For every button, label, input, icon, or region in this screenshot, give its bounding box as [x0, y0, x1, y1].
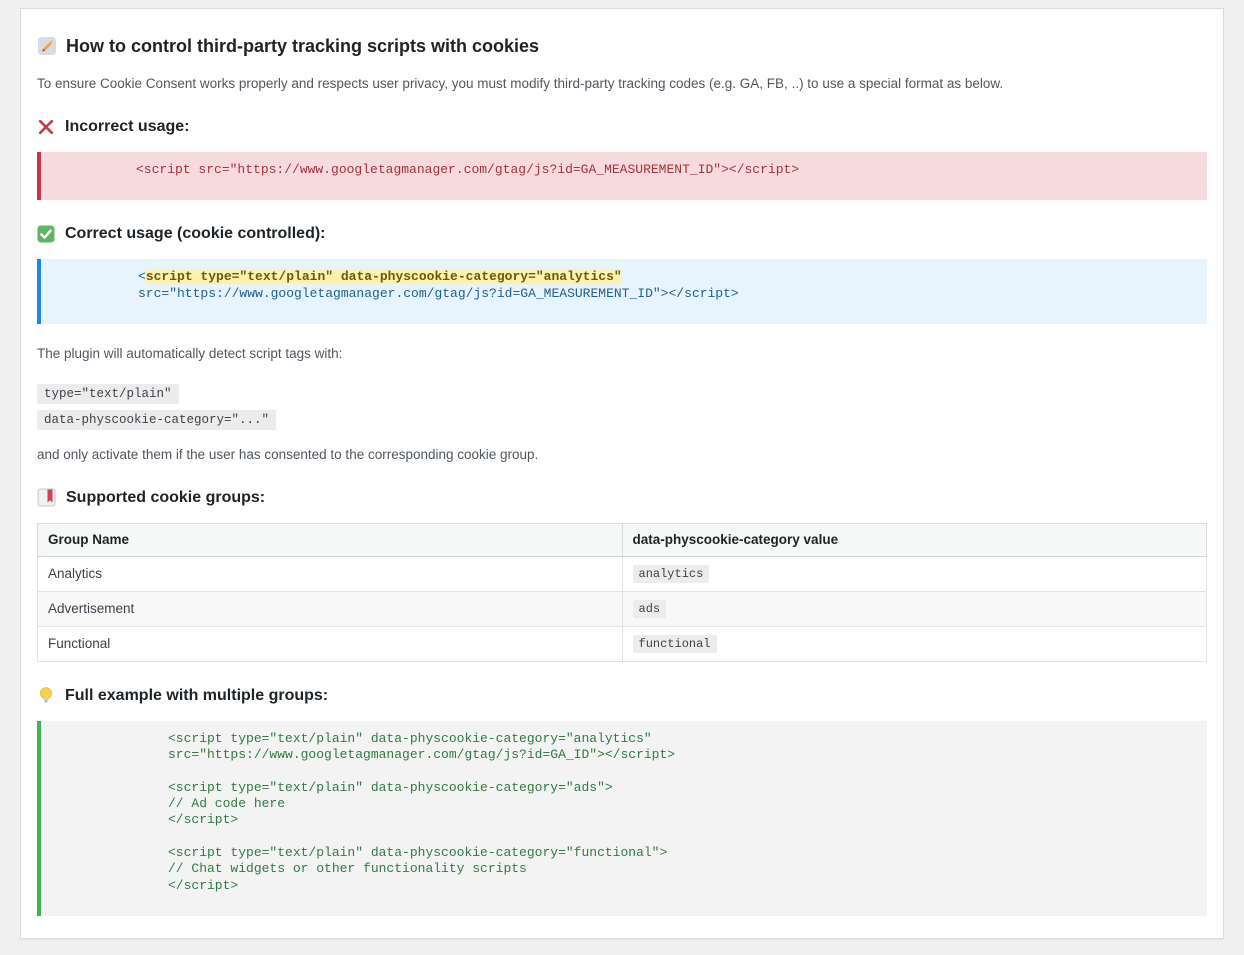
- page-title-text: How to control third-party tracking scri…: [66, 35, 539, 57]
- category-value-cell: analytics: [622, 556, 1207, 591]
- cross-icon: [37, 118, 55, 136]
- supported-groups-heading-text: Supported cookie groups:: [66, 488, 265, 508]
- correct-code-block: <script type="text/plain" data-physcooki…: [37, 259, 1207, 324]
- table-row-functional: Functional functional: [38, 626, 1207, 661]
- table-row-advertisement: Advertisement ads: [38, 591, 1207, 626]
- full-example-code: <script type="text/plain" data-physcooki…: [168, 731, 675, 893]
- category-value-cell: ads: [622, 591, 1207, 626]
- incorrect-usage-heading-text: Incorrect usage:: [65, 117, 189, 137]
- table-row-analytics: Analytics analytics: [38, 556, 1207, 591]
- group-name-cell: Analytics: [38, 556, 623, 591]
- correct-code-highlight: script type="text/plain" data-physcookie…: [146, 269, 622, 284]
- cookie-groups-table-head: Group Name data-physcookie-category valu…: [38, 523, 1207, 556]
- category-value-cell: functional: [622, 626, 1207, 661]
- bulb-icon: [37, 686, 55, 705]
- category-value-chip: ads: [633, 600, 667, 618]
- column-header-category-value: data-physcookie-category value: [622, 523, 1207, 556]
- detect-attribute-list: type="text/plain" data-physcookie-catego…: [37, 384, 1207, 430]
- supported-groups-heading: Supported cookie groups:: [37, 488, 1207, 508]
- incorrect-code: <script src="https://www.googletagmanage…: [136, 162, 799, 177]
- category-value-chip: analytics: [633, 565, 710, 583]
- full-example-heading-text: Full example with multiple groups:: [65, 686, 328, 706]
- incorrect-code-block: <script src="https://www.googletagmanage…: [37, 152, 1207, 200]
- correct-usage-heading-text: Correct usage (cookie controlled):: [65, 224, 326, 244]
- correct-usage-heading: Correct usage (cookie controlled):: [37, 224, 1207, 244]
- intro-text: To ensure Cookie Consent works properly …: [37, 75, 1207, 93]
- correct-code-rest: src="https://www.googletagmanager.com/gt…: [138, 286, 739, 301]
- bookmark-icon: [37, 488, 56, 507]
- check-icon: [37, 225, 55, 243]
- full-example-code-block: <script type="text/plain" data-physcooki…: [37, 721, 1207, 916]
- incorrect-usage-heading: Incorrect usage:: [37, 117, 1207, 137]
- category-value-chip: functional: [633, 635, 717, 653]
- group-name-cell: Advertisement: [38, 591, 623, 626]
- full-example-heading: Full example with multiple groups:: [37, 686, 1207, 706]
- memo-icon: [37, 36, 57, 56]
- detect-outro-text: and only activate them if the user has c…: [37, 446, 1207, 464]
- header-row: Group Name data-physcookie-category valu…: [38, 523, 1207, 556]
- detect-attribute-chip-category: data-physcookie-category="...": [37, 410, 276, 430]
- cookie-groups-table-body: Analytics analytics Advertisement ads Fu…: [38, 556, 1207, 661]
- group-name-cell: Functional: [38, 626, 623, 661]
- correct-code-prefix: <: [138, 269, 146, 284]
- column-header-group-name: Group Name: [38, 523, 623, 556]
- correct-code: <script type="text/plain" data-physcooki…: [138, 269, 739, 300]
- doc-card: How to control third-party tracking scri…: [20, 8, 1224, 939]
- cookie-groups-table: Group Name data-physcookie-category valu…: [37, 523, 1207, 662]
- page-title: How to control third-party tracking scri…: [37, 35, 1207, 57]
- detect-intro-text: The plugin will automatically detect scr…: [37, 345, 1207, 363]
- detect-attribute-chip-type: type="text/plain": [37, 384, 179, 404]
